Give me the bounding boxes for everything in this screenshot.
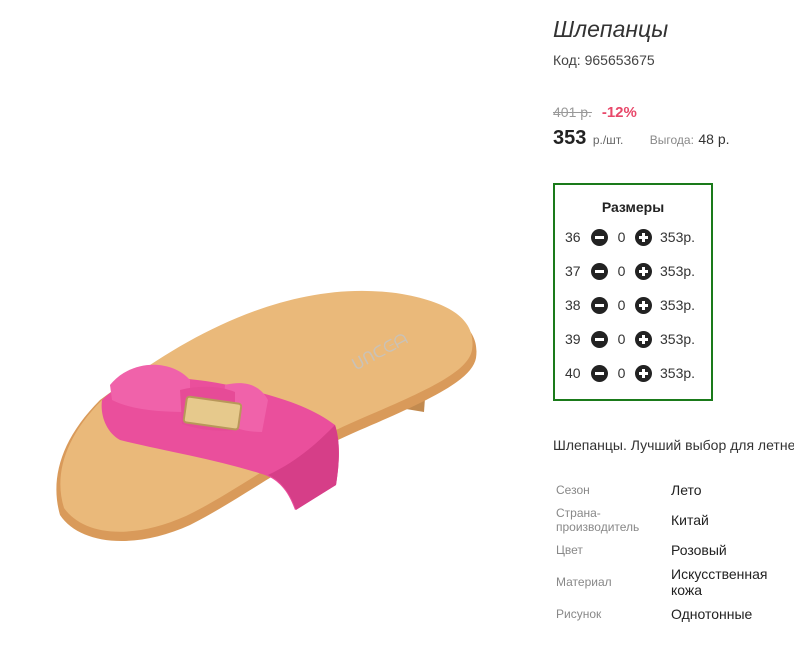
size-price: 353р.: [660, 297, 696, 313]
old-price-line: 401 р. -12%: [553, 104, 637, 121]
size-quantity: 0: [617, 331, 626, 347]
size-row: 37 0 353р.: [565, 261, 695, 281]
product-description: Шлепанцы. Лучший выбор для летне: [553, 437, 794, 453]
plus-circle-icon[interactable]: [635, 330, 652, 348]
plus-circle-icon[interactable]: [635, 262, 652, 280]
spec-label-color: Цвет: [556, 543, 583, 557]
minus-circle-icon[interactable]: [591, 262, 608, 280]
sizes-title: Размеры: [601, 199, 665, 215]
minus-circle-icon[interactable]: [591, 364, 608, 382]
spec-label-season: Сезон: [556, 483, 590, 497]
product-title: Шлепанцы: [553, 16, 669, 42]
size-row: 39 0 353р.: [565, 329, 695, 349]
spec-value-pattern: Однотонные: [671, 606, 753, 622]
size-number: 38: [565, 297, 581, 313]
size-row: 40 0 353р.: [565, 363, 695, 383]
size-quantity: 0: [617, 263, 626, 279]
size-quantity: 0: [617, 365, 626, 381]
plus-circle-icon[interactable]: [635, 296, 652, 314]
spec-value-season: Лето: [671, 482, 702, 498]
product-code: Код: 965653675: [553, 52, 655, 68]
current-price: 353: [553, 127, 587, 149]
size-quantity: 0: [617, 297, 626, 313]
size-price: 353р.: [660, 263, 696, 279]
size-row: 36 0 353р.: [565, 227, 695, 247]
minus-circle-icon[interactable]: [591, 228, 608, 246]
price-unit: р./шт.: [592, 133, 624, 147]
benefit-value: 48 р.: [698, 131, 730, 147]
spec-label-pattern: Рисунок: [556, 607, 602, 621]
size-number: 37: [565, 263, 581, 279]
spec-value-material: Искусственная кожа: [671, 566, 768, 598]
size-row: 38 0 353р.: [565, 295, 695, 315]
old-price: 401 р.: [553, 104, 592, 120]
spec-label-material: Материал: [556, 575, 612, 589]
spec-value-color: Розовый: [671, 542, 727, 558]
spec-label-country: Страна- производитель: [556, 506, 640, 534]
size-quantity: 0: [617, 229, 626, 245]
size-price: 353р.: [660, 229, 696, 245]
size-number: 39: [565, 331, 581, 347]
sizes-panel: Размеры 36 0 353р. 37 0 353р. 38 0 353р.…: [553, 183, 713, 401]
plus-circle-icon[interactable]: [635, 364, 652, 382]
product-image: ᑌᑎᑕᕮᗩ: [56, 290, 477, 542]
plus-circle-icon[interactable]: [635, 228, 652, 246]
size-price: 353р.: [660, 331, 696, 347]
spec-value-country: Китай: [671, 512, 709, 528]
price-line: 353 р./шт. Выгода: 48 р.: [553, 127, 730, 150]
minus-circle-icon[interactable]: [591, 296, 608, 314]
minus-circle-icon[interactable]: [591, 330, 608, 348]
discount-badge: -12%: [601, 104, 637, 121]
size-price: 353р.: [660, 365, 696, 381]
size-number: 40: [565, 365, 581, 381]
benefit-label: Выгода:: [649, 133, 694, 147]
size-number: 36: [565, 229, 581, 245]
